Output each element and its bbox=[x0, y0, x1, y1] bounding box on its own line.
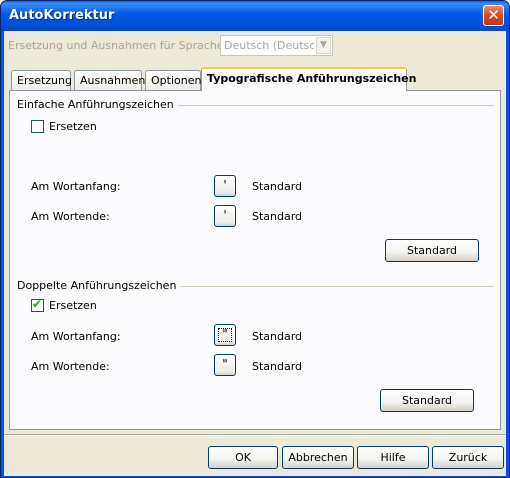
dialog-window: AutoKorrektur ✕ Ersetzung und Ausnahmen … bbox=[0, 0, 510, 478]
single-start-label: Am Wortanfang: bbox=[31, 180, 121, 193]
double-end-label: Am Wortende: bbox=[31, 360, 110, 373]
title-bar[interactable]: AutoKorrektur ✕ bbox=[1, 1, 509, 31]
double-replace-checkbox[interactable]: ✔ bbox=[31, 297, 44, 312]
single-group-label: Einfache Anführungszeichen bbox=[17, 98, 178, 111]
tab-ausnahmen[interactable]: Ausnahmen bbox=[74, 70, 145, 91]
tab-ersetzung[interactable]: Ersetzung bbox=[11, 70, 72, 91]
footer-separator bbox=[4, 434, 506, 436]
tab-optionen[interactable]: Optionen bbox=[145, 70, 201, 91]
chevron-down-icon: ▼ bbox=[316, 37, 331, 54]
double-default-button[interactable]: Standard bbox=[380, 389, 474, 412]
language-select: Deutsch (Deutschland) ▼ bbox=[220, 35, 333, 56]
tab-panel: Einfache Anführungszeichen Ersetzen Am W… bbox=[9, 90, 501, 430]
cancel-button[interactable]: Abbrechen bbox=[282, 446, 354, 469]
single-start-value: Standard bbox=[252, 180, 303, 193]
double-replace-label[interactable]: Ersetzen bbox=[49, 299, 97, 312]
close-icon[interactable]: ✕ bbox=[483, 5, 504, 26]
single-end-char-button[interactable]: ' bbox=[214, 205, 236, 227]
dialog-client: Ersetzung und Ausnahmen für Sprache: Deu… bbox=[4, 31, 506, 476]
window-title: AutoKorrektur bbox=[9, 8, 115, 23]
ok-button[interactable]: OK bbox=[208, 446, 278, 469]
single-replace-checkbox[interactable] bbox=[31, 120, 44, 133]
tab-typografische-anfuehrungszeichen[interactable]: Typografische Anführungszeichen bbox=[201, 67, 416, 91]
double-start-label: Am Wortanfang: bbox=[31, 330, 121, 343]
double-end-value: Standard bbox=[252, 360, 303, 373]
reset-button[interactable]: Zurück bbox=[432, 446, 504, 469]
single-end-value: Standard bbox=[252, 210, 303, 223]
double-group-label: Doppelte Anführungszeichen bbox=[17, 279, 181, 292]
language-value: Deutsch (Deutschland) bbox=[224, 39, 314, 52]
double-end-char-button[interactable]: " bbox=[214, 354, 236, 376]
check-mark-icon: ✔ bbox=[32, 297, 43, 311]
single-end-label: Am Wortende: bbox=[31, 210, 110, 223]
focus-rect bbox=[218, 328, 232, 342]
single-start-char-button[interactable]: ' bbox=[214, 175, 236, 197]
double-start-char-button[interactable]: " bbox=[214, 324, 236, 346]
language-label: Ersetzung und Ausnahmen für Sprache: bbox=[8, 39, 228, 52]
single-replace-label[interactable]: Ersetzen bbox=[49, 120, 97, 133]
single-default-button[interactable]: Standard bbox=[385, 239, 479, 262]
help-button[interactable]: Hilfe bbox=[357, 446, 429, 469]
double-start-value: Standard bbox=[252, 330, 303, 343]
